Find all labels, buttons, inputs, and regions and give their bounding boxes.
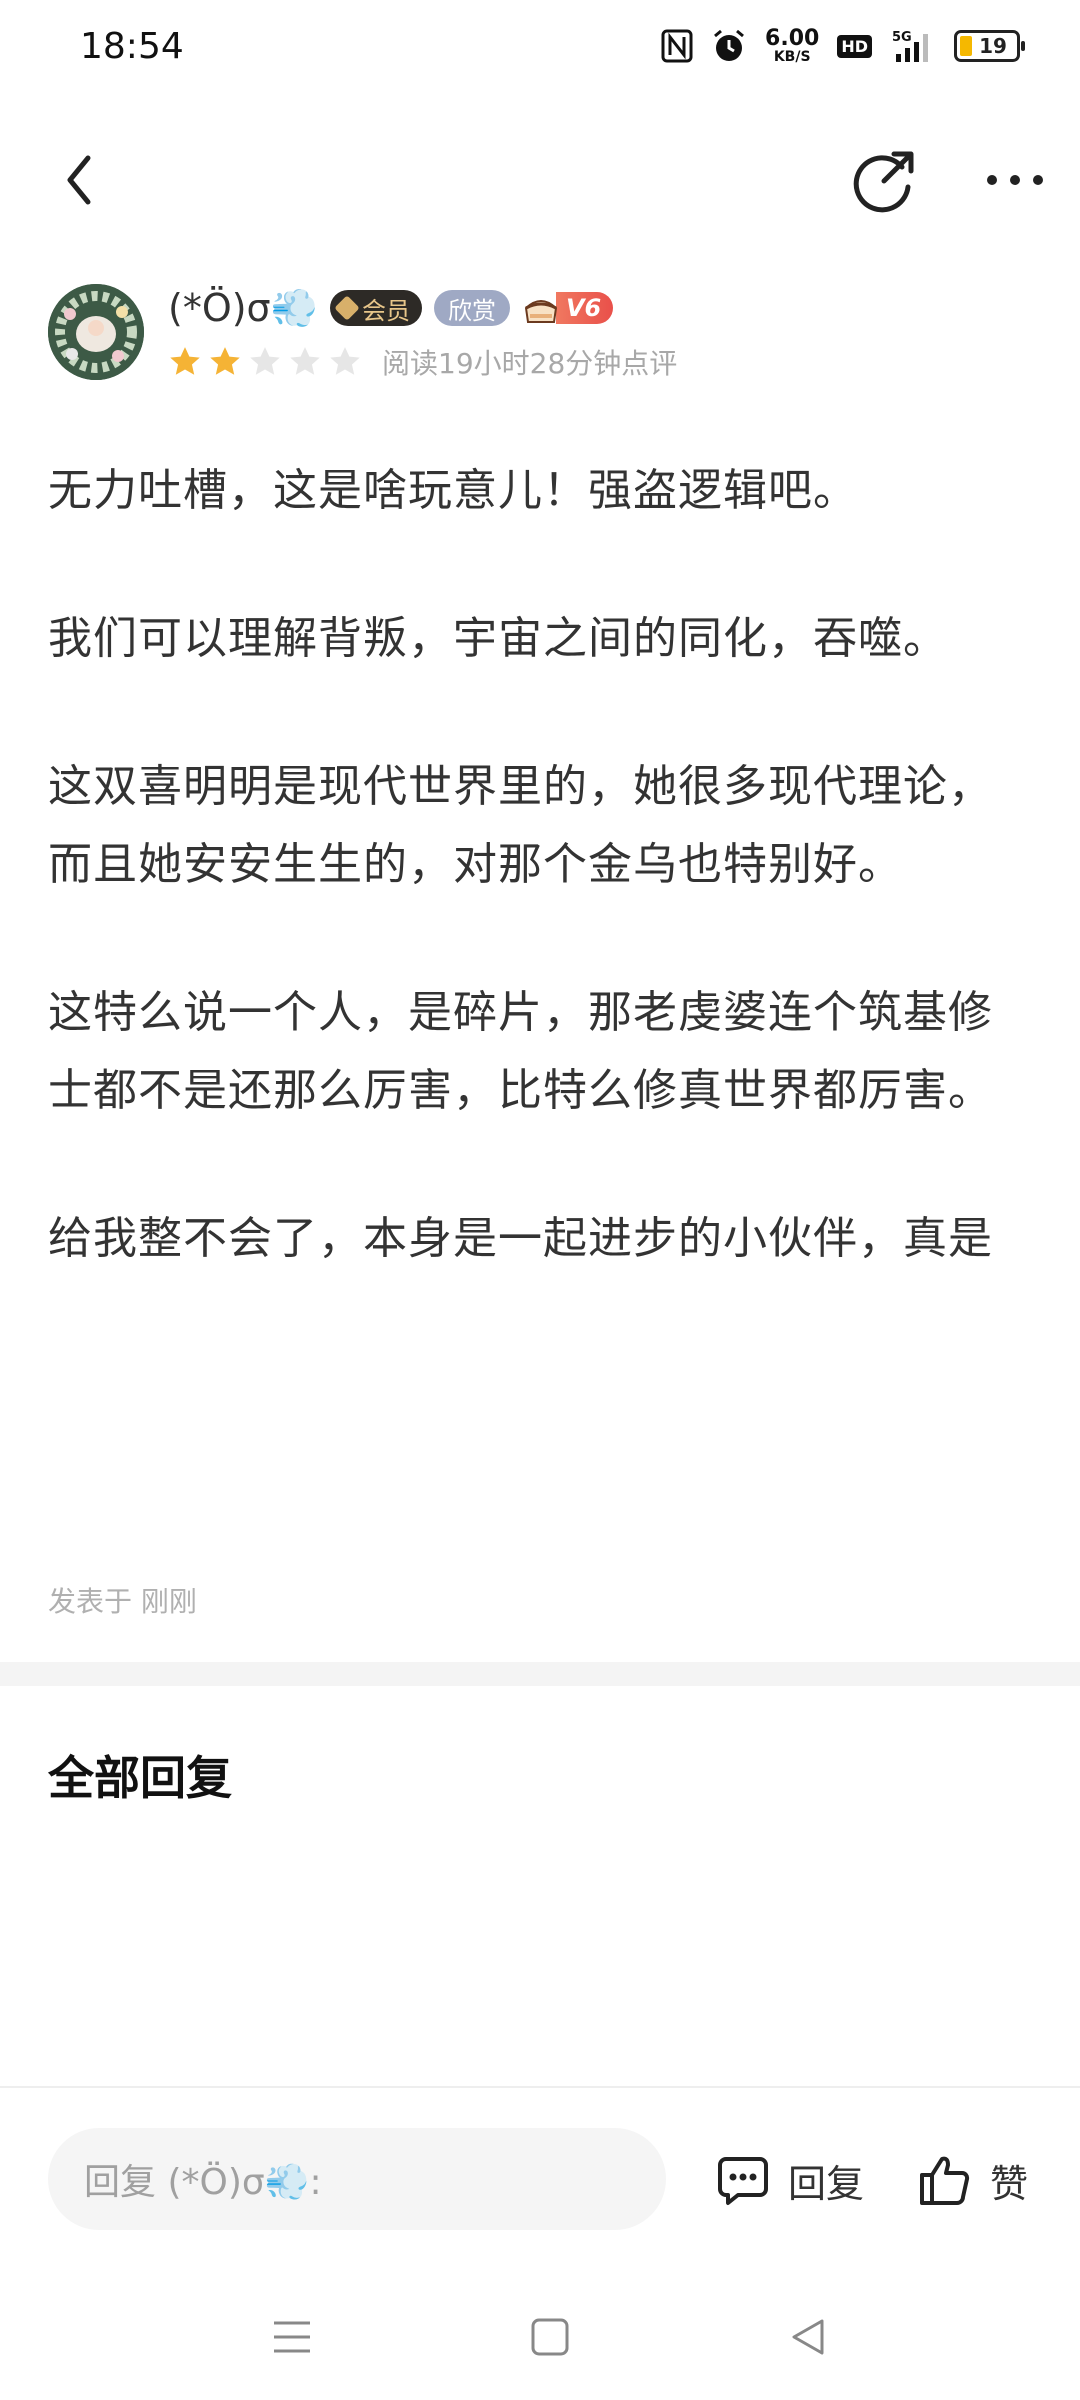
review-content: 无力吐槽，这是啥玩意儿！强盗逻辑吧。 我们可以理解背叛，宇宙之间的同化，吞噬。 … <box>48 452 1028 1348</box>
level-badge-label: V6 <box>555 292 614 324</box>
signal-icon: 5G <box>890 28 936 64</box>
rating-row: 阅读19小时28分钟点评 <box>168 342 677 382</box>
back-icon <box>67 155 91 205</box>
net-speed-value: 6.00 <box>765 26 820 51</box>
star-filled-icon <box>170 347 200 375</box>
vip-badge-label: 会员 <box>361 296 410 325</box>
hd-icon: HD <box>837 34 872 58</box>
author-row: (*Ö)σ💨 会员 欣赏 V6 阅读19小时28分钟点评 <box>48 280 1038 390</box>
rating-stars <box>168 345 362 379</box>
status-icons: 6.00 KB/S HD 5G 19 <box>661 26 1025 65</box>
paragraph: 无力吐槽，这是啥玩意儿！强盗逻辑吧。 <box>48 465 858 516</box>
svg-text:5G: 5G <box>892 30 912 45</box>
replies-title: 全部回复 <box>48 1751 232 1805</box>
star-empty-icon <box>250 347 280 375</box>
star-empty-icon <box>290 347 320 375</box>
battery-level: 19 <box>979 34 1007 58</box>
reply-bar: 回复 (*Ö)σ💨: 回复 赞 <box>0 2086 1080 2236</box>
back-triangle-icon <box>792 2319 824 2355</box>
nav-bar <box>0 130 1080 230</box>
author-name-row: (*Ö)σ💨 会员 欣赏 V6 <box>168 282 614 334</box>
status-time: 18:54 <box>80 26 184 67</box>
thumbs-up-icon <box>920 2156 970 2205</box>
paragraph: 这特么说一个人，是碎片，那老虔婆连个筑基修士都不是还那么厉害，比特么修真世界都厉… <box>48 987 993 1116</box>
paragraph: 给我整不会了，本身是一起进步的小伙伴，真是 <box>48 1213 993 1264</box>
read-time: 阅读19小时28分钟点评 <box>382 347 678 380</box>
home-icon <box>531 2318 569 2356</box>
cake-icon <box>522 290 560 326</box>
more-icon <box>987 175 1043 185</box>
status-bar: 18:54 6.00 KB/S HD 5G 19 <box>0 0 1080 100</box>
like-label: 赞 <box>990 2161 1029 2206</box>
reply-input[interactable]: 回复 (*Ö)σ💨: <box>48 2128 666 2230</box>
like-button[interactable]: 赞 <box>918 2134 1028 2226</box>
back-nav-button[interactable] <box>778 2312 838 2362</box>
more-button[interactable] <box>970 140 1060 220</box>
share-icon <box>853 151 914 213</box>
star-empty-icon <box>330 347 360 375</box>
appreciation-badge[interactable]: 欣赏 <box>433 290 510 326</box>
menu-icon <box>274 2321 310 2353</box>
avatar[interactable] <box>48 284 144 380</box>
star-filled-icon <box>210 347 240 375</box>
paragraph: 这双喜明明是现代世界里的，她很多现代理论，而且她安安生生的，对那个金乌也特别好。 <box>48 761 993 890</box>
battery-icon: 19 <box>954 30 1025 62</box>
share-button[interactable] <box>840 135 930 225</box>
paragraph: 我们可以理解背叛，宇宙之间的同化，吞噬。 <box>48 613 948 664</box>
level-badge[interactable]: V6 <box>522 290 614 326</box>
vip-badge[interactable]: 会员 <box>329 290 422 326</box>
alarm-icon <box>711 28 747 64</box>
back-button[interactable] <box>40 140 120 220</box>
menu-button[interactable] <box>262 2312 322 2362</box>
author-name[interactable]: (*Ö)σ💨 <box>168 286 318 331</box>
vip-gem-icon <box>334 295 360 321</box>
net-speed: 6.00 KB/S <box>765 26 820 65</box>
post-time: 发表于 刚刚 <box>48 1585 197 1618</box>
system-nav-bar <box>0 2286 1080 2386</box>
reply-label: 回复 <box>788 2161 865 2206</box>
home-button[interactable] <box>520 2312 580 2362</box>
reply-button[interactable]: 回复 <box>716 2134 864 2226</box>
section-divider <box>0 1662 1080 1686</box>
comment-icon <box>718 2157 768 2205</box>
nfc-icon <box>661 29 693 63</box>
net-speed-unit: KB/S <box>773 49 811 65</box>
